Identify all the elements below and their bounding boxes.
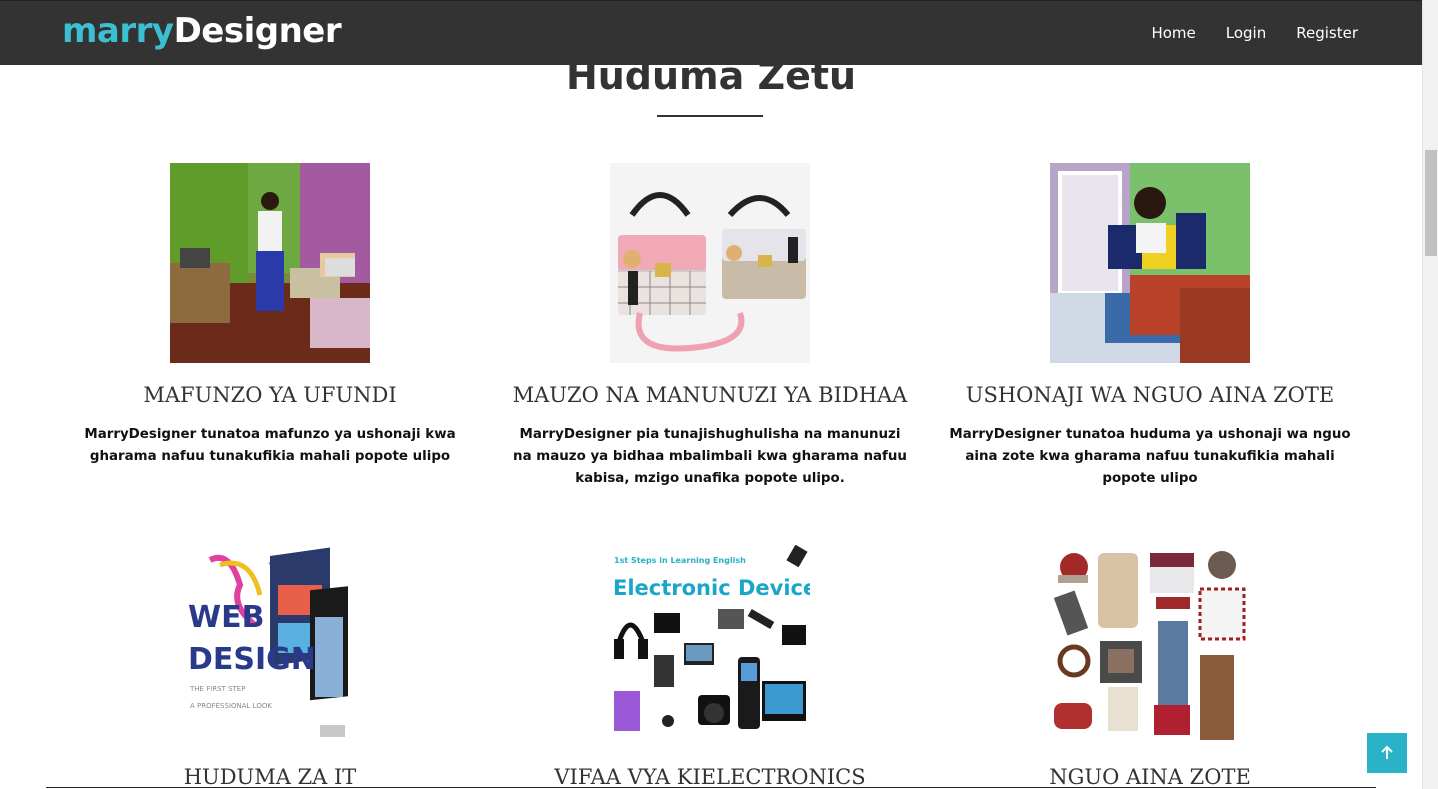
service-image-clothing [1050, 545, 1250, 745]
service-title: VIFAA VYA KIELECTRONICS [554, 765, 866, 789]
brand-part-2: Designer [173, 11, 342, 51]
first-step-text: THE FIRST STEP [189, 685, 245, 693]
nav-home-link[interactable]: Home [1151, 24, 1195, 42]
service-description: MarryDesigner tunatoa mafunzo ya ushonaj… [84, 427, 456, 464]
service-title: HUDUMA ZA IT [183, 765, 357, 789]
service-image-fashion-model [1050, 163, 1250, 363]
learning-english-text: 1st Steps in Learning English [614, 556, 746, 565]
web-text: WEB [188, 600, 264, 635]
nav-login-link[interactable]: Login [1226, 24, 1266, 42]
electronic-devices-text: Electronic Devices [613, 576, 810, 600]
nav-register-link[interactable]: Register [1296, 24, 1358, 42]
service-title: NGUO AINA ZOTE [1049, 765, 1251, 789]
scrollbar-thumb[interactable] [1425, 150, 1437, 256]
navbar: marryDesigner Home Login Register [0, 0, 1422, 65]
service-image-tailoring [170, 163, 370, 363]
service-title: USHONAJI WA NGUO AINA ZOTE [965, 383, 1335, 407]
service-description: MarryDesigner pia tunajishughulisha na m… [513, 427, 907, 486]
brand-part-1: marry [62, 11, 174, 51]
service-description: MarryDesigner tunatoa huduma ya ushonaji… [949, 427, 1351, 486]
arrow-up-icon [1381, 745, 1393, 759]
scrollbar[interactable] [1422, 0, 1438, 789]
back-to-top-button[interactable] [1367, 733, 1407, 773]
bottom-divider [46, 787, 1376, 788]
nav-menu: Home Login Register [1151, 24, 1358, 42]
service-image-electronics: 1st Steps in Learning English Electronic… [610, 545, 810, 745]
service-title: MAFUNZO YA UFUNDI [143, 383, 397, 407]
service-title: MAUZO NA MANUNUZI YA BIDHAA [512, 383, 908, 407]
professional-look-text: A PROFESSIONAL LOOK [190, 702, 272, 710]
design-text: DESIGN [188, 642, 316, 677]
service-image-handbags [610, 163, 810, 363]
service-image-web-design: WEB DESIGN THE FIRST STEP A PROFESSIONAL… [170, 545, 370, 745]
title-divider [657, 115, 763, 117]
brand-logo[interactable]: marryDesigner [62, 11, 342, 51]
